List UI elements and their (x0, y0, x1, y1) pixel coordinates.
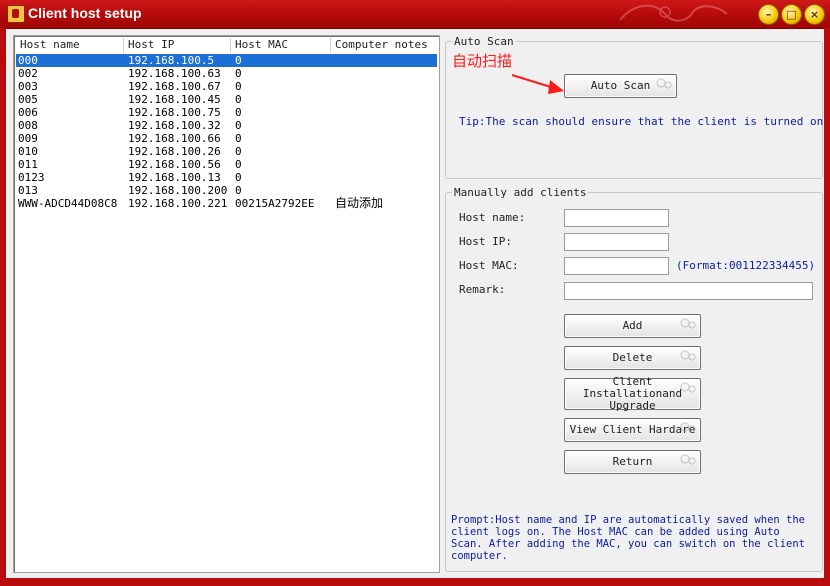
cell-host-ip: 192.168.100.221 (128, 197, 228, 210)
cell-host-name: 010 (18, 145, 38, 158)
cell-computer-notes: 自动添加 (335, 196, 384, 210)
list-item[interactable]: WWW-ADCD44D08C8 192.168.100.221 00215A2792… (16, 196, 437, 211)
cell-host-name: 0123 (18, 171, 45, 184)
cell-host-name: 002 (18, 67, 38, 80)
prompt-text: Prompt:Host name and IP are automaticall… (451, 514, 806, 562)
host-mac-input[interactable] (564, 257, 669, 275)
cell-host-ip: 192.168.100.66 (128, 132, 221, 145)
cell-host-name: WWW-ADCD44D08C8 (18, 197, 118, 210)
column-header-computer-notes[interactable]: Computer notes (331, 38, 437, 52)
cell-host-mac: 0 (235, 67, 242, 80)
column-header-host-ip[interactable]: Host IP (124, 38, 231, 52)
manual-add-group-title: Manually add clients (452, 186, 589, 199)
cell-host-name: 013 (18, 184, 38, 197)
return-button[interactable]: Return (564, 450, 701, 474)
cell-host-mac: 0 (235, 119, 242, 132)
add-button-label: Add (622, 319, 643, 332)
column-header-host-name[interactable]: Host name (16, 38, 124, 52)
cell-host-name: 011 (18, 158, 38, 171)
client-install-upgrade-button[interactable]: Client Installationand Upgrade (564, 376, 701, 412)
delete-button-label: Delete (612, 351, 653, 364)
cell-host-name: 006 (18, 106, 38, 119)
cell-host-name: 005 (18, 93, 38, 106)
host-list[interactable]: Host name Host IP Host MAC Computer note… (13, 35, 440, 573)
cell-host-name: 003 (18, 80, 38, 93)
cell-host-ip: 192.168.100.200 (128, 184, 228, 197)
auto-scan-button[interactable]: Auto Scan (564, 74, 677, 98)
maximize-icon[interactable]: □ (781, 4, 802, 25)
view-client-hardware-button-label: View Client Hardare (569, 423, 696, 436)
host-name-input[interactable] (564, 209, 669, 227)
cell-host-ip: 192.168.100.5 (128, 54, 215, 67)
swirl-ornament-icon (680, 350, 696, 361)
list-item[interactable]: 006 192.168.100.75 0 (16, 106, 437, 119)
auto-scan-annotation: 自动扫描 (452, 52, 513, 70)
cell-host-mac: 0 (235, 171, 242, 184)
cell-host-ip: 192.168.100.26 (128, 145, 221, 158)
list-item[interactable]: 005 192.168.100.45 0 (16, 93, 437, 106)
delete-button[interactable]: Delete (564, 346, 701, 370)
swirl-decoration-icon (619, 4, 728, 22)
cell-host-mac: 0 (235, 93, 242, 106)
swirl-ornament-icon (680, 318, 696, 329)
list-header: Host name Host IP Host MAC Computer note… (16, 38, 437, 52)
swirl-ornament-icon (680, 422, 696, 433)
cell-host-mac: 0 (235, 184, 242, 197)
host-ip-label: Host IP: (459, 235, 512, 248)
swirl-ornament-icon (656, 78, 672, 89)
add-button[interactable]: Add (564, 314, 701, 338)
window-frame-left (0, 28, 6, 586)
remark-label: Remark: (459, 283, 506, 296)
cell-host-mac: 0 (235, 54, 242, 67)
cell-host-ip: 192.168.100.32 (128, 119, 221, 132)
cell-host-mac: 00215A2792EE (235, 197, 315, 210)
list-item[interactable]: 008 192.168.100.32 0 (16, 119, 437, 132)
list-item[interactable]: 010 192.168.100.26 0 (16, 145, 437, 158)
cell-host-mac: 0 (235, 106, 242, 119)
cell-host-ip: 192.168.100.56 (128, 158, 221, 171)
host-mac-label: Host MAC: (459, 259, 519, 272)
host-ip-input[interactable] (564, 233, 669, 251)
cell-host-ip: 192.168.100.63 (128, 67, 221, 80)
list-item[interactable]: 0123 192.168.100.13 0 (16, 171, 437, 184)
swirl-ornament-icon (680, 382, 696, 393)
auto-scan-tip: Tip:The scan should ensure that the clie… (459, 115, 824, 128)
cell-host-ip: 192.168.100.13 (128, 171, 221, 184)
cell-host-mac: 0 (235, 80, 242, 93)
return-button-label: Return (612, 455, 653, 468)
list-item[interactable]: 002 192.168.100.63 0 (16, 67, 437, 80)
cell-host-name: 009 (18, 132, 38, 145)
window-frame-right (824, 28, 830, 586)
cell-host-name: 000 (18, 54, 38, 67)
remark-input[interactable] (564, 282, 813, 300)
app-icon (7, 5, 25, 23)
title-bar: Client host setup – □ × (0, 0, 830, 29)
auto-scan-button-label: Auto Scan (590, 79, 651, 92)
close-icon[interactable]: × (804, 4, 825, 25)
mac-format-hint: (Format:001122334455) (676, 259, 816, 272)
window-frame-bottom (0, 578, 830, 586)
list-item[interactable]: 009 192.168.100.66 0 (16, 132, 437, 145)
cell-host-ip: 192.168.100.75 (128, 106, 221, 119)
list-item[interactable]: 011 192.168.100.56 0 (16, 158, 437, 171)
cell-host-ip: 192.168.100.45 (128, 93, 221, 106)
cell-host-mac: 0 (235, 145, 242, 158)
window-title: Client host setup (28, 5, 142, 21)
minimize-icon[interactable]: – (758, 4, 779, 25)
auto-scan-group-title: Auto Scan (452, 35, 516, 48)
cell-host-mac: 0 (235, 132, 242, 145)
list-item[interactable]: 003 192.168.100.67 0 (16, 80, 437, 93)
red-arrow-icon (511, 74, 564, 94)
column-header-host-mac[interactable]: Host MAC (231, 38, 331, 52)
cell-host-ip: 192.168.100.67 (128, 80, 221, 93)
cell-host-mac: 0 (235, 158, 242, 171)
list-item[interactable]: 000 192.168.100.5 0 (15, 53, 438, 68)
view-client-hardware-button[interactable]: View Client Hardare (564, 418, 701, 442)
host-name-label: Host name: (459, 211, 526, 224)
swirl-ornament-icon (680, 454, 696, 465)
cell-host-name: 008 (18, 119, 38, 132)
